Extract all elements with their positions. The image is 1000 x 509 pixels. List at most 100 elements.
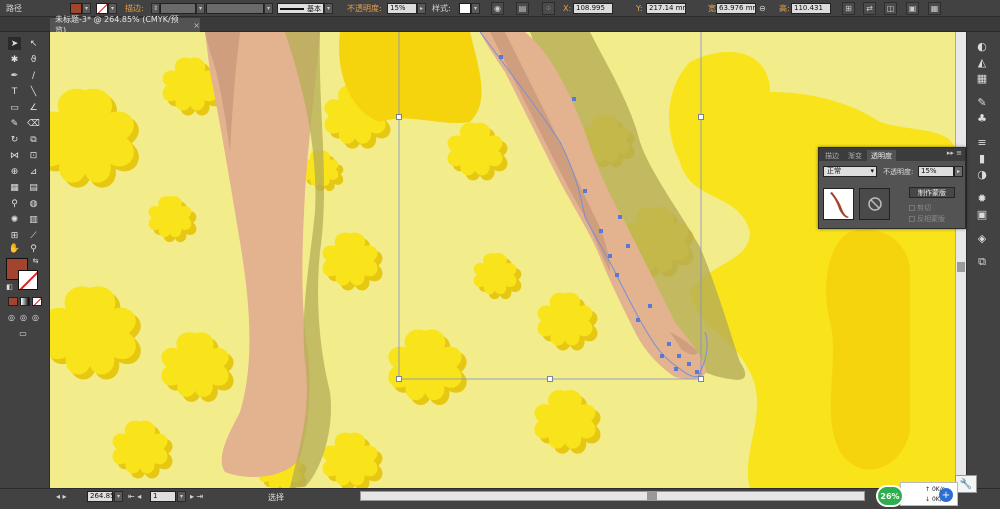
- artboard-tool[interactable]: ⊞: [8, 229, 21, 242]
- rotate-tool[interactable]: ↻: [8, 133, 21, 146]
- panel-opacity-input[interactable]: 15%: [918, 166, 954, 177]
- graphic-styles-icon[interactable]: ▣: [974, 206, 990, 222]
- artboard-canvas[interactable]: [50, 32, 955, 488]
- wrench-icon[interactable]: 🔧: [955, 475, 977, 493]
- color-panel-icon[interactable]: ◐: [974, 38, 990, 54]
- line-tool[interactable]: ╲: [27, 85, 40, 98]
- tab-gradient[interactable]: 渐变: [844, 150, 866, 161]
- stroke-color-swatch[interactable]: [96, 3, 108, 14]
- next-artboard-buttons[interactable]: ▸ ⇥: [190, 489, 203, 503]
- vertical-scroll-thumb[interactable]: [957, 262, 965, 272]
- opacity-label[interactable]: 不透明度:: [347, 0, 382, 17]
- blend-mode-select[interactable]: 正常: [823, 166, 877, 177]
- w-input[interactable]: 63.976 mm: [716, 0, 756, 17]
- clip-checkbox-box[interactable]: [909, 205, 915, 211]
- column-graph-tool[interactable]: ▥: [27, 213, 40, 226]
- hand-tool[interactable]: ✋: [8, 242, 21, 255]
- recolor-artwork-button[interactable]: ◉: [491, 0, 504, 17]
- clip-checkbox[interactable]: 剪切: [909, 203, 931, 213]
- paintbrush-tool[interactable]: ∠: [27, 101, 40, 114]
- artboard-dropdown[interactable]: ▾: [177, 491, 186, 502]
- scale-tool[interactable]: ⧉: [27, 133, 40, 146]
- flip-button[interactable]: ⇄: [863, 0, 876, 17]
- invert-mask-checkbox-box[interactable]: [909, 216, 915, 222]
- magic-wand-tool[interactable]: ✱: [8, 53, 21, 66]
- swap-colors-icon[interactable]: ⇆: [31, 256, 40, 265]
- shape-builder-tool[interactable]: ⊕: [8, 165, 21, 178]
- fill-dropdown[interactable]: ▾: [82, 3, 91, 14]
- tab-stroke[interactable]: 描边: [821, 150, 843, 161]
- zoom-dropdown[interactable]: ▾: [114, 491, 123, 502]
- color-mode-button[interactable]: [8, 297, 18, 306]
- opacity-input[interactable]: 15%: [387, 3, 417, 14]
- layers-icon[interactable]: ◈: [974, 230, 990, 246]
- blend-tool[interactable]: ◍: [27, 197, 40, 210]
- rectangle-tool[interactable]: ▭: [8, 101, 21, 114]
- width-tool[interactable]: ⋈: [8, 149, 21, 162]
- stroke-color[interactable]: [18, 270, 38, 290]
- eraser-tool[interactable]: ⌫: [27, 117, 40, 130]
- draw-normal-icon[interactable]: ◎: [6, 312, 17, 323]
- swatches-icon[interactable]: ▦: [974, 70, 990, 86]
- isolate-button[interactable]: ◫: [884, 0, 897, 17]
- graphic-style-control[interactable]: ▾: [459, 0, 480, 17]
- arrange-documents-button[interactable]: ▦: [928, 0, 941, 17]
- symbols-icon[interactable]: ♣: [974, 110, 990, 126]
- transparency-panel-icon[interactable]: ◑: [974, 166, 990, 182]
- appearance-icon[interactable]: ✹: [974, 190, 990, 206]
- tab-transparency[interactable]: 透明度: [867, 150, 896, 161]
- select-similar-button[interactable]: ▣: [906, 0, 919, 17]
- opacity-control[interactable]: 15% ▸: [387, 0, 426, 17]
- variable-width-profile[interactable]: ▾: [206, 0, 273, 17]
- reference-point-button[interactable]: ⁘: [542, 0, 555, 17]
- curvature-tool[interactable]: ∕: [27, 69, 40, 82]
- graphic-style-swatch[interactable]: [459, 3, 471, 14]
- mask-thumbnail[interactable]: [859, 188, 890, 220]
- draw-inside-icon[interactable]: ◎: [30, 312, 41, 323]
- perspective-tool[interactable]: ⊿: [27, 165, 40, 178]
- x-input[interactable]: 108.995: [573, 0, 613, 17]
- document-tab[interactable]: 未标题-3* @ 264.85% (CMYK/预览) ×: [50, 15, 200, 35]
- artboard-number-input[interactable]: 1: [150, 491, 176, 502]
- gradient-tool[interactable]: ▤: [27, 181, 40, 194]
- none-mode-button[interactable]: [32, 297, 42, 306]
- zoom-level-input[interactable]: 264.85: [87, 491, 115, 502]
- align-button[interactable]: ▤: [516, 0, 529, 17]
- make-mask-button[interactable]: 制作蒙版: [909, 187, 955, 198]
- pen-tool[interactable]: ✒: [8, 69, 21, 82]
- symbol-sprayer-tool[interactable]: ✺: [8, 213, 21, 226]
- panel-opacity-arrow[interactable]: ▸: [954, 166, 963, 177]
- close-tab-icon[interactable]: ×: [193, 21, 200, 30]
- current-tool-status[interactable]: 选择: [268, 492, 284, 503]
- h-input[interactable]: 110.431: [791, 0, 831, 17]
- artboards-icon[interactable]: ⧉: [974, 254, 990, 270]
- stroke-dropdown[interactable]: ▾: [108, 3, 117, 14]
- screen-mode-icon[interactable]: ▭: [16, 328, 30, 339]
- brushes-icon[interactable]: ✎: [974, 94, 990, 110]
- zoom-tool[interactable]: ⚲: [27, 242, 40, 255]
- zoom-arrows[interactable]: ◂ ▸: [56, 489, 67, 503]
- selection-tool[interactable]: ➤: [8, 37, 21, 50]
- panel-menu-icon[interactable]: ▸▸ ≡: [947, 149, 962, 157]
- network-usage-badge[interactable]: 26%: [876, 485, 904, 507]
- accelerate-plus-icon[interactable]: +: [939, 488, 953, 502]
- gradient-panel-icon[interactable]: ▮: [974, 150, 990, 166]
- vertical-scrollbar[interactable]: [955, 32, 966, 488]
- color-guide-icon[interactable]: ◭: [974, 54, 990, 70]
- mesh-tool[interactable]: ▦: [8, 181, 21, 194]
- free-transform-tool[interactable]: ⊡: [27, 149, 40, 162]
- eyedropper-tool[interactable]: ⚲: [8, 197, 21, 210]
- brush-definition-select[interactable]: 基本 ▾: [277, 0, 333, 17]
- type-tool[interactable]: T: [8, 85, 21, 98]
- object-thumbnail[interactable]: [823, 188, 854, 220]
- y-input[interactable]: 217.14 mm: [646, 0, 686, 17]
- direct-selection-tool[interactable]: ↖: [27, 37, 40, 50]
- horizontal-scroll-thumb[interactable]: [647, 492, 657, 500]
- prev-artboard-buttons[interactable]: ⇤ ◂: [128, 489, 141, 503]
- draw-behind-icon[interactable]: ◎: [18, 312, 29, 323]
- horizontal-scrollbar[interactable]: [360, 491, 865, 501]
- stroke-panel-icon[interactable]: ≡: [974, 134, 990, 150]
- constrain-proportions-button[interactable]: ⊖: [759, 0, 766, 17]
- pencil-tool[interactable]: ✎: [8, 117, 21, 130]
- transform-button[interactable]: ⊞: [842, 0, 855, 17]
